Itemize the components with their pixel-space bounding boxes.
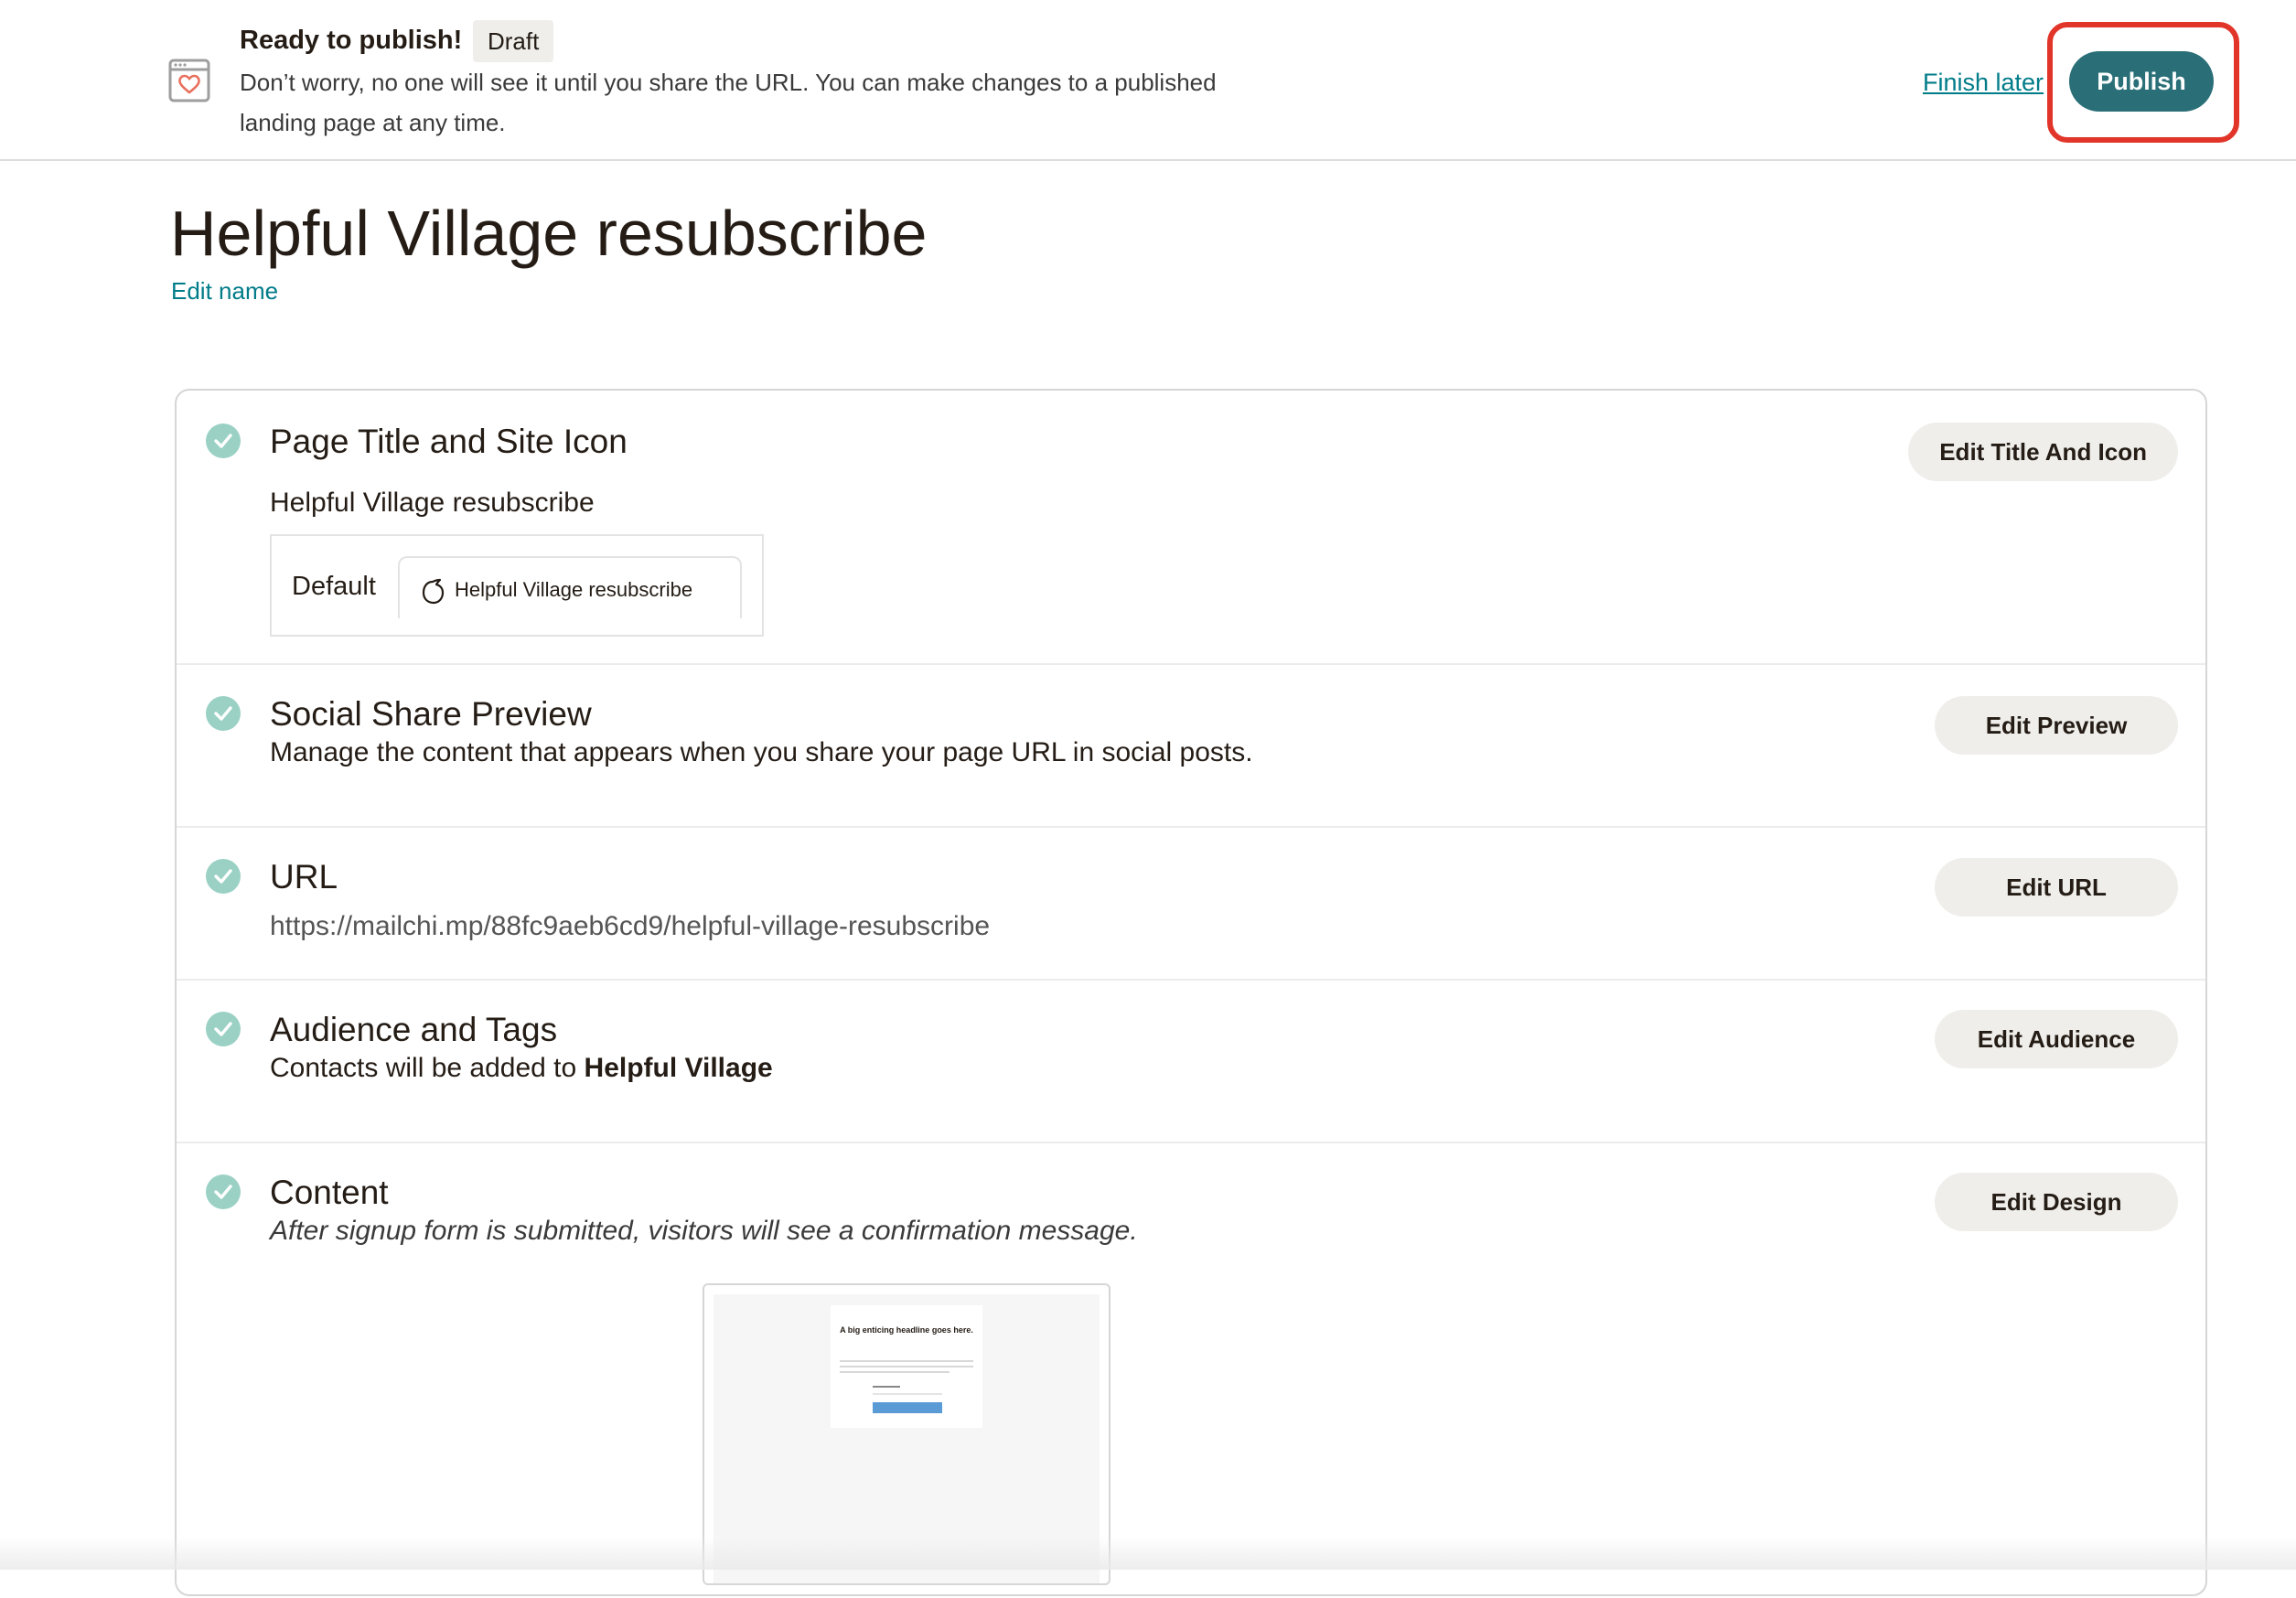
status-badge: Draft <box>473 20 554 62</box>
check-icon <box>206 696 241 731</box>
audience-description: Contacts will be added to Helpful Villag… <box>270 1050 773 1087</box>
section-content: Content After signup form is submitted, … <box>177 1143 2205 1598</box>
section-audience: Audience and Tags Contacts will be added… <box>177 981 2205 1143</box>
check-icon <box>206 859 241 894</box>
tab-default-label: Default <box>292 572 376 601</box>
tab-title: Helpful Village resubscribe <box>455 578 693 601</box>
thumbnail-text-line <box>840 1360 973 1362</box>
edit-url-button[interactable]: Edit URL <box>1935 858 2178 917</box>
edit-title-icon-button[interactable]: Edit Title And Icon <box>1908 423 2178 481</box>
check-icon <box>206 1174 241 1209</box>
social-description: Manage the content that appears when you… <box>270 737 1253 767</box>
edit-audience-button[interactable]: Edit Audience <box>1935 1010 2178 1068</box>
content-description: After signup form is submitted, visitors… <box>270 1216 1138 1246</box>
section-title-icon: Page Title and Site Icon Helpful Village… <box>177 391 2205 665</box>
thumbnail-form-card: A big enticing headline goes here. <box>831 1305 982 1428</box>
edit-preview-button[interactable]: Edit Preview <box>1935 696 2178 755</box>
finish-later-link[interactable]: Finish later <box>1923 64 2044 101</box>
bottom-fade <box>0 1537 2296 1570</box>
check-icon <box>206 1012 241 1046</box>
thumbnail-subscribe-button <box>873 1402 942 1413</box>
edit-design-button[interactable]: Edit Design <box>1935 1173 2178 1231</box>
page-title: Helpful Village resubscribe <box>170 198 928 269</box>
ready-title: Ready to publish! <box>240 26 463 55</box>
section-url: URL https://mailchi.mp/88fc9aeb6cd9/help… <box>177 828 2205 981</box>
browser-tab-preview: Default Helpful Village resubscribe <box>270 534 764 637</box>
check-icon <box>206 424 241 458</box>
browser-heart-icon <box>168 59 210 102</box>
publish-bar: Ready to publish! Draft Don’t worry, no … <box>0 0 2296 161</box>
site-icon <box>422 578 445 605</box>
section-title: Social Share Preview <box>270 695 592 733</box>
section-title: Page Title and Site Icon <box>270 423 628 460</box>
thumbnail-text-line <box>840 1366 973 1367</box>
thumbnail-text-line <box>840 1371 950 1373</box>
section-title: Content <box>270 1174 389 1211</box>
thumbnail-field <box>873 1393 942 1395</box>
edit-name-link[interactable]: Edit name <box>171 274 278 307</box>
audience-name: Helpful Village <box>584 1053 773 1083</box>
section-title: URL <box>270 858 338 896</box>
browser-tab: Helpful Village resubscribe <box>398 556 742 618</box>
publish-description: Don’t worry, no one will see it until yo… <box>240 69 1217 136</box>
publish-button[interactable]: Publish <box>2069 51 2214 112</box>
audience-prefix: Contacts will be added to <box>270 1053 585 1083</box>
section-social-share: Social Share Preview Manage the content … <box>177 665 2205 828</box>
page-url: https://mailchi.mp/88fc9aeb6cd9/helpful-… <box>270 911 991 941</box>
thumbnail-field-label <box>873 1386 900 1388</box>
checklist-card: Page Title and Site Icon Helpful Village… <box>175 389 2207 1596</box>
section-title: Audience and Tags <box>270 1011 558 1048</box>
thumbnail-headline: A big enticing headline goes here. <box>840 1325 973 1335</box>
page-title-value: Helpful Village resubscribe <box>270 488 595 518</box>
